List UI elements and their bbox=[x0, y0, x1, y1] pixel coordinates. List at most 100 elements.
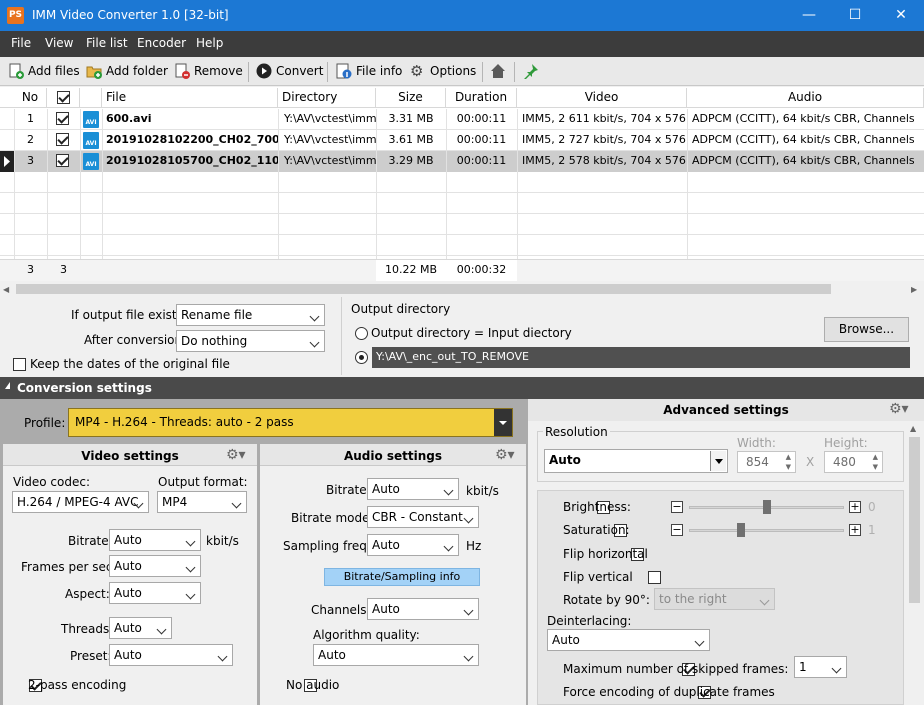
fps-select[interactable]: Auto bbox=[109, 555, 201, 577]
bitrate-sampling-info-button[interactable]: Bitrate/Sampling info bbox=[324, 568, 480, 586]
output-path-field[interactable]: Y:\AV\_enc_out_TO_REMOVE bbox=[372, 347, 910, 368]
column-header-video[interactable]: Video bbox=[517, 88, 687, 108]
remove-icon bbox=[174, 63, 190, 79]
aspect-label: Aspect: bbox=[65, 587, 110, 601]
flip-vertical-label: Flip vertical bbox=[563, 570, 633, 584]
brightness-plus-button[interactable]: + bbox=[849, 501, 861, 513]
brightness-minus-button[interactable]: − bbox=[671, 501, 683, 513]
minimize-button[interactable]: — bbox=[786, 0, 832, 31]
scroll-left-icon[interactable]: ◀ bbox=[3, 285, 9, 294]
flip-vertical-checkbox[interactable] bbox=[647, 571, 661, 584]
row-size: 3.61 MB bbox=[388, 133, 434, 146]
saturation-slider[interactable] bbox=[689, 529, 844, 532]
home-button[interactable] bbox=[490, 63, 506, 79]
profile-select[interactable]: MP4 - H.264 - Threads: auto - 2 pass bbox=[68, 408, 513, 437]
grid-footer: 3 3 10.22 MB 00:00:32 bbox=[0, 259, 924, 281]
column-header-no[interactable]: No bbox=[14, 88, 47, 108]
column-header-file[interactable]: File bbox=[102, 88, 278, 108]
height-label: Height: bbox=[824, 436, 868, 450]
row-directory: Y:\AV\vctest\imm bbox=[284, 154, 376, 167]
audio-gear-icon[interactable]: ⚙▾ bbox=[495, 448, 515, 462]
column-header-audio[interactable]: Audio bbox=[687, 88, 924, 108]
gear-icon: ⚙ bbox=[410, 62, 424, 80]
table-row[interactable]: 2 AVI 20191028102200_CH02_700.avi Y:\AV\… bbox=[0, 130, 924, 151]
saturation-slider-thumb[interactable] bbox=[737, 523, 745, 537]
threads-label: Threads: bbox=[61, 622, 114, 636]
play-icon bbox=[256, 63, 272, 79]
add-folder-button[interactable]: Add folder bbox=[86, 63, 168, 79]
saturation-plus-button[interactable]: + bbox=[849, 524, 861, 536]
channels-select[interactable]: Auto bbox=[367, 598, 479, 620]
brightness-slider-thumb[interactable] bbox=[763, 500, 771, 514]
deinterlacing-select[interactable]: Auto bbox=[547, 629, 710, 651]
bitrate-mode-select[interactable]: CBR - Constant bbox=[367, 506, 479, 528]
row-checkbox[interactable] bbox=[56, 154, 69, 167]
brightness-label: Brightness: bbox=[563, 500, 631, 514]
row-no: 2 bbox=[27, 133, 34, 146]
column-header-size[interactable]: Size bbox=[376, 88, 446, 108]
table-row-selected[interactable]: 3 AVI 20191028105700_CH02_1100.avi Y:\AV… bbox=[14, 151, 924, 172]
row-checkbox[interactable] bbox=[56, 133, 69, 146]
threads-select[interactable]: Auto bbox=[109, 617, 172, 639]
video-bitrate-label: Bitrate: bbox=[68, 534, 113, 548]
rotate-label: Rotate by 90°: bbox=[563, 593, 650, 607]
close-button[interactable]: ✕ bbox=[878, 0, 924, 31]
scroll-up-icon[interactable]: ▲ bbox=[910, 424, 916, 433]
menu-help[interactable]: Help bbox=[196, 36, 223, 50]
menu-view[interactable]: View bbox=[45, 36, 73, 50]
avi-file-icon: AVI bbox=[83, 132, 99, 149]
column-header-check[interactable] bbox=[47, 88, 80, 108]
aspect-select[interactable]: Auto bbox=[109, 582, 201, 604]
row-checkbox[interactable] bbox=[56, 112, 69, 125]
channels-label: Channels: bbox=[311, 603, 371, 617]
browse-button[interactable]: Browse... bbox=[824, 317, 909, 342]
advanced-scrollbar[interactable]: ▲ bbox=[906, 421, 924, 705]
advanced-gear-icon[interactable]: ⚙▾ bbox=[889, 402, 909, 416]
conversion-settings-header[interactable]: Conversion settings bbox=[0, 377, 924, 399]
output-format-select[interactable]: MP4 bbox=[157, 491, 247, 513]
rotate-direction-select[interactable]: to the right bbox=[654, 588, 775, 610]
pin-button[interactable] bbox=[523, 63, 539, 80]
add-files-button[interactable]: Add files bbox=[8, 63, 80, 79]
max-skipped-select[interactable]: 1 bbox=[794, 656, 847, 678]
video-bitrate-select[interactable]: Auto bbox=[109, 529, 201, 551]
saturation-minus-button[interactable]: − bbox=[671, 524, 683, 536]
output-custom-radio[interactable] bbox=[355, 351, 368, 364]
resolution-select[interactable]: Auto bbox=[544, 449, 728, 473]
remove-button[interactable]: Remove bbox=[174, 63, 243, 79]
video-codec-select[interactable]: H.264 / MPEG-4 AVC bbox=[12, 491, 149, 513]
options-button[interactable]: ⚙ Options bbox=[410, 63, 476, 79]
select-all-checkbox[interactable] bbox=[56, 91, 70, 104]
scrollbar-thumb[interactable] bbox=[16, 284, 831, 294]
add-folder-icon bbox=[86, 63, 102, 79]
if-exists-select[interactable]: Rename file bbox=[176, 304, 325, 326]
keep-dates-checkbox[interactable] bbox=[13, 358, 26, 371]
maximize-button[interactable]: ☐ bbox=[832, 0, 878, 31]
row-audio: ADPCM (CCITT), 64 kbit/s CBR, Channels: … bbox=[692, 112, 914, 125]
horizontal-scrollbar[interactable]: ◀ ▶ bbox=[0, 281, 924, 297]
file-info-button[interactable]: File info bbox=[336, 63, 402, 79]
scroll-right-icon[interactable]: ▶ bbox=[911, 285, 917, 294]
table-row[interactable]: 1 AVI 600.avi Y:\AV\vctest\imm 3.31 MB 0… bbox=[0, 109, 924, 130]
width-spinner[interactable]: 854 ▲ ▼ bbox=[737, 451, 796, 473]
preset-select[interactable]: Auto bbox=[109, 644, 233, 666]
convert-button[interactable]: Convert bbox=[256, 63, 323, 79]
height-spinner[interactable]: 480 ▲ ▼ bbox=[824, 451, 883, 473]
row-duration: 00:00:11 bbox=[456, 154, 507, 167]
audio-bitrate-select[interactable]: Auto bbox=[367, 478, 459, 500]
scrollbar-thumb[interactable] bbox=[909, 437, 920, 603]
row-file: 20191028105700_CH02_1100.avi bbox=[106, 154, 278, 167]
menu-file-list[interactable]: File list bbox=[86, 36, 128, 50]
output-eq-input-radio[interactable] bbox=[355, 327, 368, 340]
video-gear-icon[interactable]: ⚙▾ bbox=[226, 448, 246, 462]
algorithm-quality-select[interactable]: Auto bbox=[313, 644, 479, 666]
sampling-freq-select[interactable]: Auto bbox=[367, 534, 459, 556]
column-header-duration[interactable]: Duration bbox=[446, 88, 517, 108]
column-header-directory[interactable]: Directory bbox=[278, 88, 376, 108]
row-audio: ADPCM (CCITT), 64 kbit/s CBR, Channels: … bbox=[692, 133, 914, 146]
after-conversion-select[interactable]: Do nothing bbox=[176, 330, 325, 352]
menu-file[interactable]: File bbox=[11, 36, 31, 50]
row-audio: ADPCM (CCITT), 64 kbit/s CBR, Channels: … bbox=[692, 154, 914, 167]
menu-encoder[interactable]: Encoder bbox=[137, 36, 186, 50]
audio-bitrate-unit: kbit/s bbox=[466, 484, 499, 498]
